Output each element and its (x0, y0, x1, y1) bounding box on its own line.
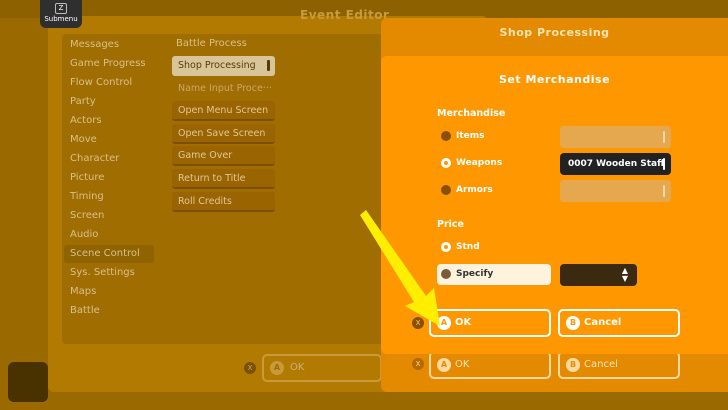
category-item[interactable]: Timing (70, 188, 160, 206)
editor-ok-button[interactable]: A OK (262, 354, 382, 382)
category-item[interactable]: Flow Control (70, 74, 160, 92)
weapons-label: Weapons (456, 158, 503, 168)
command-item[interactable]: Name Input Proce··· (172, 79, 275, 99)
weapons-radio[interactable] (441, 158, 451, 168)
category-item[interactable]: Maps (70, 283, 160, 301)
category-item[interactable]: Character (70, 150, 160, 168)
command-item[interactable]: Shop Processing (172, 56, 275, 76)
command-item[interactable]: Open Menu Screen (172, 101, 275, 122)
category-item[interactable]: Battle (70, 302, 160, 320)
category-item[interactable]: Screen (70, 207, 160, 225)
shop-cancel-button[interactable]: B Cancel (558, 351, 680, 379)
submenu-key-icon: Z (55, 3, 67, 14)
shop-ok-button[interactable]: A OK (429, 351, 551, 379)
shop-ok-label: OK (455, 359, 470, 370)
a-button-icon: A (270, 361, 284, 375)
category-item[interactable]: Move (70, 131, 160, 149)
items-field (560, 126, 671, 148)
items-radio[interactable] (441, 131, 451, 141)
spinner-arrows-icon: ▲▼ (621, 266, 629, 283)
set-merchandise-title: Set Merchandise (498, 73, 611, 86)
weapons-field-value: 0007 Wooden Staff (568, 159, 665, 169)
submenu-label: Submenu (44, 15, 78, 23)
stnd-label: Stnd (456, 242, 480, 252)
category-item[interactable]: Party (70, 93, 160, 111)
category-item[interactable]: Audio (70, 226, 160, 244)
command-item[interactable]: Game Over (172, 146, 275, 167)
weapons-field[interactable]: 0007 Wooden Staff (560, 153, 671, 175)
specify-option[interactable] (437, 264, 551, 285)
price-spinner[interactable]: ▲▼ (560, 264, 637, 286)
event-editor-title: Event Editor (300, 8, 390, 22)
b-button-icon: B (566, 358, 580, 372)
category-item[interactable]: Actors (70, 112, 160, 130)
shop-cancel-label: Cancel (584, 359, 618, 370)
corner-panel (8, 362, 48, 402)
cancel-button[interactable]: B Cancel (558, 309, 680, 337)
command-item[interactable]: Open Save Screen (172, 123, 275, 144)
a-button-icon: A (437, 316, 451, 330)
stnd-radio[interactable] (441, 242, 451, 252)
x-button-icon: X (244, 362, 256, 374)
shop-processing-title: Shop Processing (499, 26, 610, 39)
command-item[interactable]: Return to Title (172, 169, 275, 189)
category-item[interactable]: Sys. Settings (70, 264, 160, 282)
merchandise-section-label: Merchandise (437, 108, 506, 119)
items-label: Items (456, 131, 485, 141)
ok-button[interactable]: A OK (429, 309, 551, 337)
armors-label: Armors (456, 185, 493, 195)
armors-radio[interactable] (441, 185, 451, 195)
specify-label: Specify (456, 269, 494, 279)
category-item[interactable]: Picture (70, 169, 160, 187)
b-button-icon: B (566, 316, 580, 330)
x-button-icon: X (412, 358, 424, 370)
command-list-header: Battle Process (176, 38, 247, 49)
editor-ok-label: OK (290, 362, 305, 373)
price-section-label: Price (437, 219, 464, 230)
ok-label: OK (455, 317, 472, 328)
a-button-icon: A (437, 358, 451, 372)
x-button-icon: X (412, 317, 424, 329)
specify-radio[interactable] (441, 269, 451, 279)
submenu-button[interactable]: Z Submenu (40, 0, 82, 28)
cancel-label: Cancel (584, 317, 622, 328)
category-item[interactable]: Scene Control (64, 245, 154, 263)
category-item[interactable]: Game Progress (70, 55, 160, 73)
category-item[interactable]: Messages (70, 36, 160, 54)
armors-field (560, 180, 671, 202)
command-item[interactable]: Roll Credits (172, 191, 275, 212)
